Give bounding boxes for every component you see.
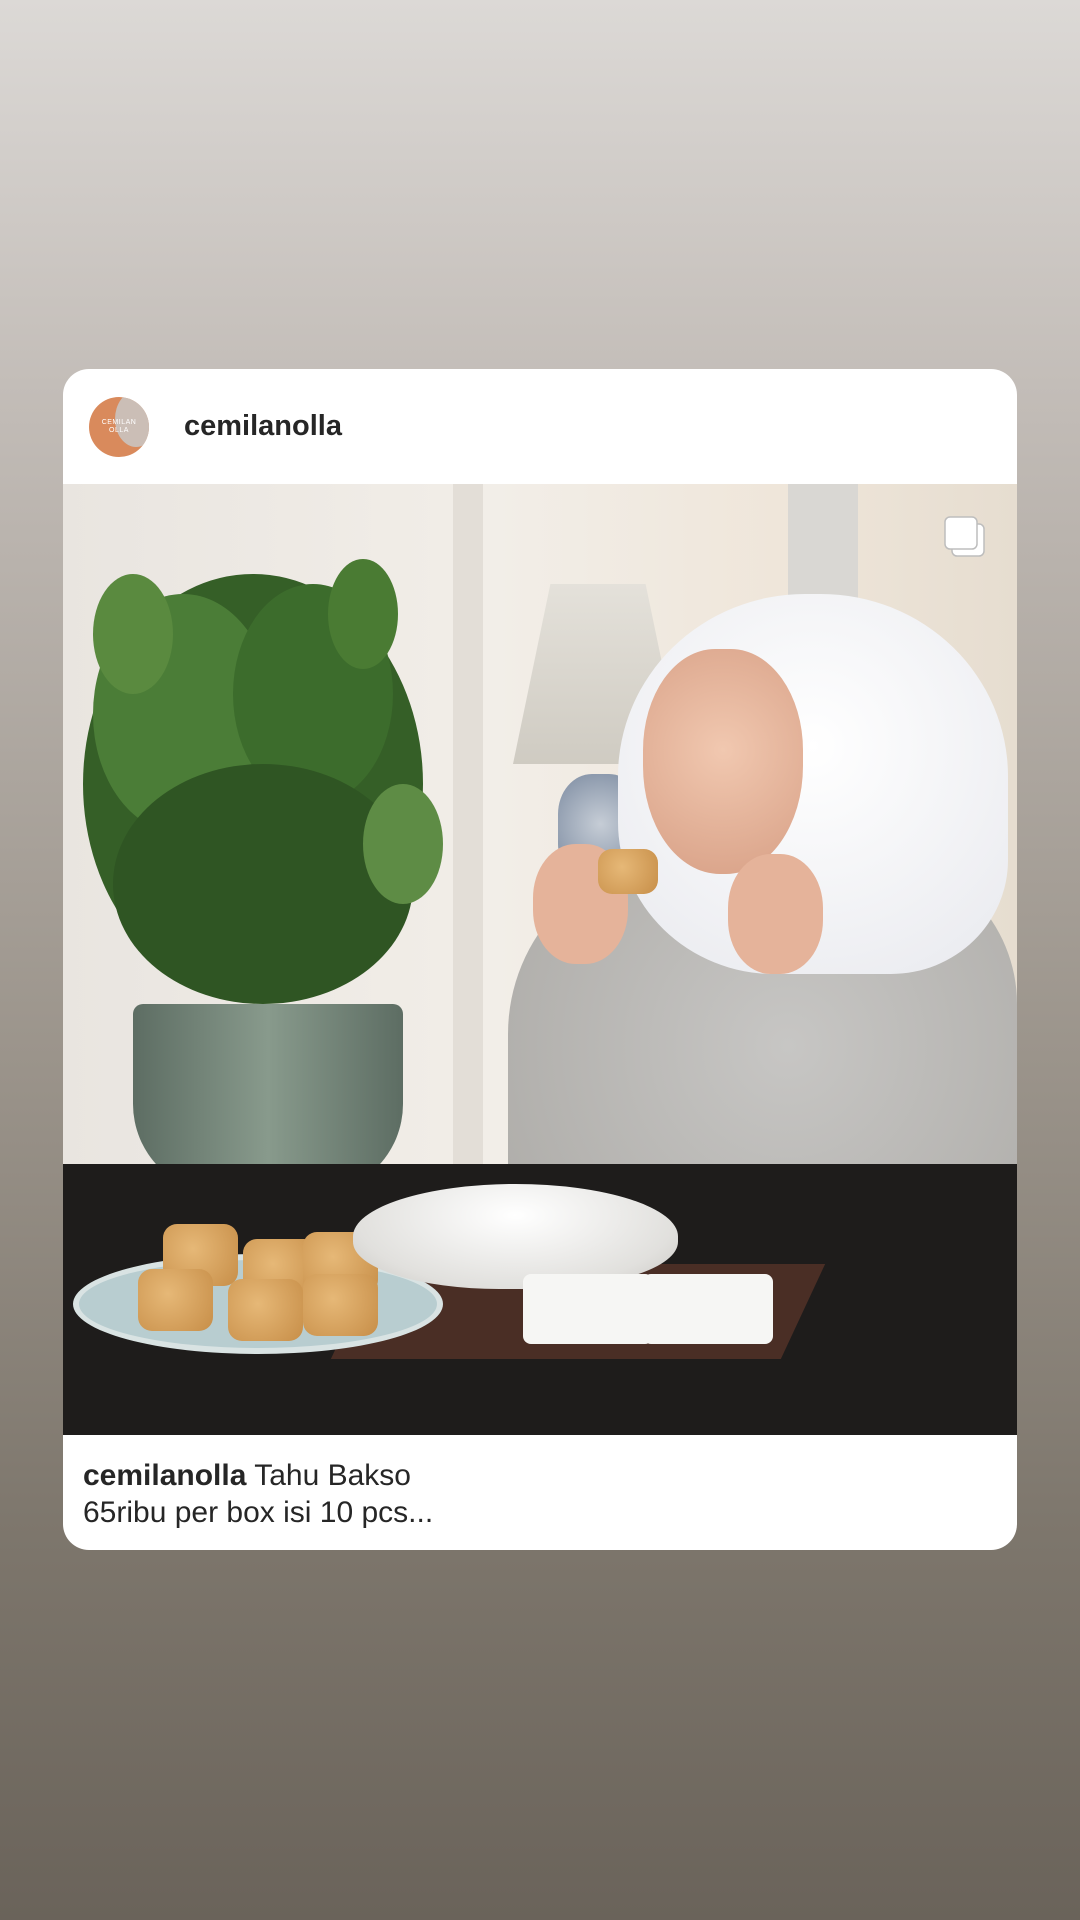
shared-post-card[interactable]: CEMILAN OLLA cemilanolla cemilanolla Tah… (63, 369, 1017, 1550)
avatar-logo-line2: OLLA (109, 426, 129, 434)
post-caption: cemilanolla Tahu Bakso 65ribu per box is… (63, 1435, 1017, 1531)
person-face (643, 649, 803, 874)
tofu-piece (303, 1274, 378, 1336)
tofu-piece (138, 1269, 213, 1331)
tofu-bite (598, 849, 658, 894)
caption-text-line2: 65ribu per box isi 10 pcs... (83, 1496, 434, 1529)
avatar-logo-line1: CEMILAN (101, 418, 137, 426)
person-right-hand (728, 854, 823, 974)
caption-text-line1: Tahu Bakso (254, 1459, 411, 1492)
background-door-frame (453, 484, 483, 1184)
caption-username[interactable]: cemilanolla (83, 1459, 246, 1492)
post-header: CEMILAN OLLA cemilanolla (63, 369, 1017, 484)
potted-plant (83, 559, 443, 1004)
tofu-piece (228, 1279, 303, 1341)
sauce-dish-soy (643, 1274, 773, 1344)
avatar[interactable]: CEMILAN OLLA (89, 396, 149, 457)
multiple-photos-icon (944, 516, 985, 557)
post-username[interactable]: cemilanolla (184, 410, 342, 443)
sauce-dish-chili (523, 1274, 653, 1344)
post-image[interactable] (63, 484, 1017, 1435)
